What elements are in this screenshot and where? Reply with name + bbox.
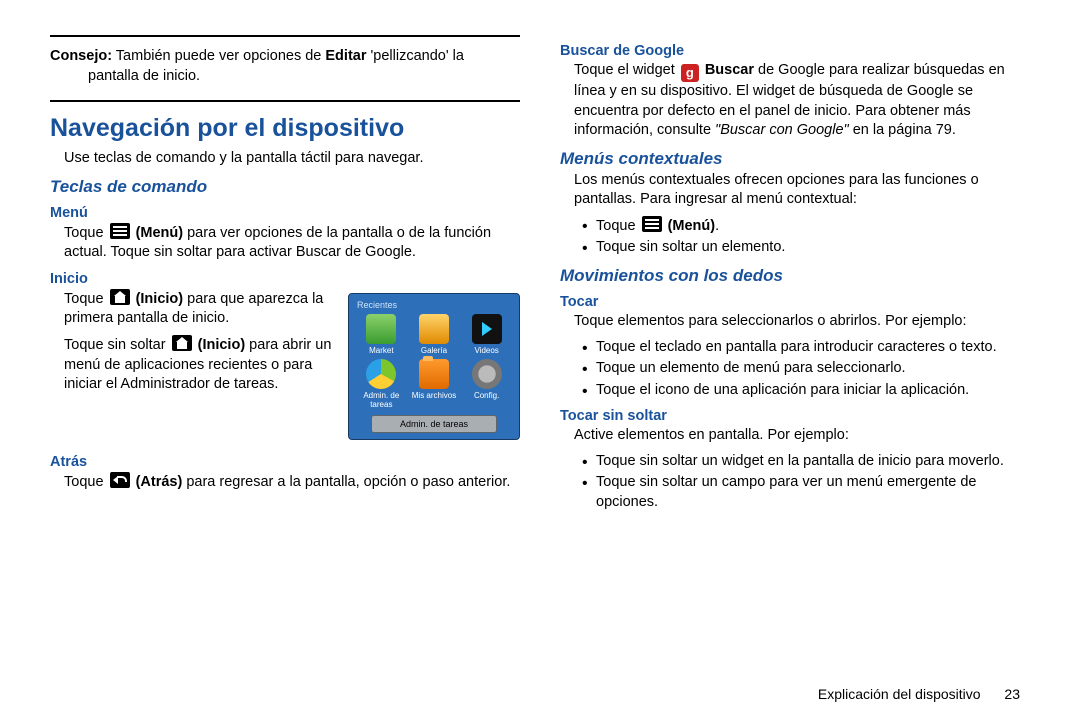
gallery-icon xyxy=(419,314,449,344)
app-videos: Videos xyxy=(464,314,510,355)
atras-bold: (Atrás) xyxy=(132,474,183,490)
app-label: Config. xyxy=(474,391,499,400)
config-icon xyxy=(472,359,502,389)
inicio-bold: (Inicio) xyxy=(132,291,184,307)
footer-label: Explicación del dispositivo xyxy=(818,686,981,702)
heading-inicio: Inicio xyxy=(50,271,520,287)
inicio-t3: Toque sin soltar xyxy=(64,337,170,353)
tip-block: Consejo: También puede ver opciones de E… xyxy=(50,47,520,86)
app-label: Admin. de tareas xyxy=(363,391,399,409)
inicio-bold2: (Inicio) xyxy=(194,337,246,353)
li-bold: (Menú) xyxy=(664,218,716,234)
app-market: Market xyxy=(358,314,404,355)
menu-icon xyxy=(110,223,130,239)
app-admin: Admin. de tareas xyxy=(358,359,404,409)
tss-list: Toque sin soltar un widget en la pantall… xyxy=(582,452,1030,513)
li-text: Toque xyxy=(596,218,640,234)
home-icon xyxy=(110,289,130,305)
buscar-quote: "Buscar con Google" xyxy=(715,122,849,138)
list-item: Toque el teclado en pantalla para introd… xyxy=(582,338,1030,358)
tip-bold: Editar xyxy=(325,48,366,64)
section-menus: Menús contextuales xyxy=(560,149,1030,169)
section-teclas: Teclas de comando xyxy=(50,177,520,197)
menu-paragraph: Toque (Menú) para ver opciones de la pan… xyxy=(64,223,520,263)
menu-t1: Toque xyxy=(64,225,108,241)
list-item: Toque sin soltar un campo para ver un me… xyxy=(582,473,1030,512)
buscar-t1: Toque el widget xyxy=(574,62,679,78)
menus-list: Toque (Menú). Toque sin soltar un elemen… xyxy=(582,216,1030,258)
videos-icon xyxy=(472,314,502,344)
buscar-t3: en la página 79. xyxy=(849,122,956,138)
atras-t2: para regresar a la pantalla, opción o pa… xyxy=(182,474,510,490)
app-label: Mis archivos xyxy=(412,391,456,400)
app-label: Market xyxy=(369,346,393,355)
app-label: Videos xyxy=(474,346,498,355)
google-icon: g xyxy=(681,64,699,82)
app-files: Mis archivos xyxy=(411,359,457,409)
intro-text: Use teclas de comando y la pantalla táct… xyxy=(64,149,520,169)
tip-line2: pantalla de inicio. xyxy=(88,67,520,87)
app-galeria: Galería xyxy=(411,314,457,355)
heading-menu: Menú xyxy=(50,205,520,221)
tocar-paragraph: Toque elementos para seleccionarlos o ab… xyxy=(574,312,1030,332)
app-label: Galería xyxy=(421,346,447,355)
files-icon xyxy=(419,359,449,389)
back-icon xyxy=(110,472,130,488)
tocar-list: Toque el teclado en pantalla para introd… xyxy=(582,338,1030,401)
menus-paragraph: Los menús contextuales ofrecen opciones … xyxy=(574,171,1030,210)
task-manager-button[interactable]: Admin. de tareas xyxy=(371,415,497,433)
home-icon xyxy=(172,335,192,351)
buscar-bold: Buscar xyxy=(701,62,754,78)
page-number: 23 xyxy=(1004,686,1020,702)
app-config: Config. xyxy=(464,359,510,409)
menu-bold: (Menú) xyxy=(132,225,184,241)
page-footer: Explicación del dispositivo 23 xyxy=(818,686,1020,702)
li-text: . xyxy=(715,218,719,234)
heading-tocar: Tocar xyxy=(560,294,1030,310)
tss-paragraph: Active elementos en pantalla. Por ejempl… xyxy=(574,426,1030,446)
heading-atras: Atrás xyxy=(50,454,520,470)
recents-widget: Recientes Market Galería Videos Admin. d… xyxy=(348,293,520,440)
divider xyxy=(50,100,520,102)
atras-t1: Toque xyxy=(64,474,108,490)
divider xyxy=(50,35,520,37)
list-item: Toque el icono de una aplicación para in… xyxy=(582,381,1030,401)
tip-text1: También puede ver opciones de xyxy=(112,48,325,64)
menu-icon xyxy=(642,216,662,232)
heading-buscar: Buscar de Google xyxy=(560,43,1030,59)
recents-title: Recientes xyxy=(357,300,511,310)
heading-tocar-sin-soltar: Tocar sin soltar xyxy=(560,408,1030,424)
atras-paragraph: Toque (Atrás) para regresar a la pantall… xyxy=(64,472,520,493)
list-item: Toque un elemento de menú para seleccion… xyxy=(582,359,1030,379)
list-item: Toque (Menú). xyxy=(582,216,1030,237)
section-movimientos: Movimientos con los dedos xyxy=(560,266,1030,286)
list-item: Toque sin soltar un elemento. xyxy=(582,238,1030,258)
market-icon xyxy=(366,314,396,344)
tip-text2: 'pellizcando' la xyxy=(366,48,463,64)
buscar-paragraph: Toque el widget g Buscar de Google para … xyxy=(574,61,1030,141)
tip-label: Consejo: xyxy=(50,48,112,64)
inicio-t1: Toque xyxy=(64,291,108,307)
list-item: Toque sin soltar un widget en la pantall… xyxy=(582,452,1030,472)
admin-icon xyxy=(366,359,396,389)
page-title: Navegación por el dispositivo xyxy=(50,114,520,143)
